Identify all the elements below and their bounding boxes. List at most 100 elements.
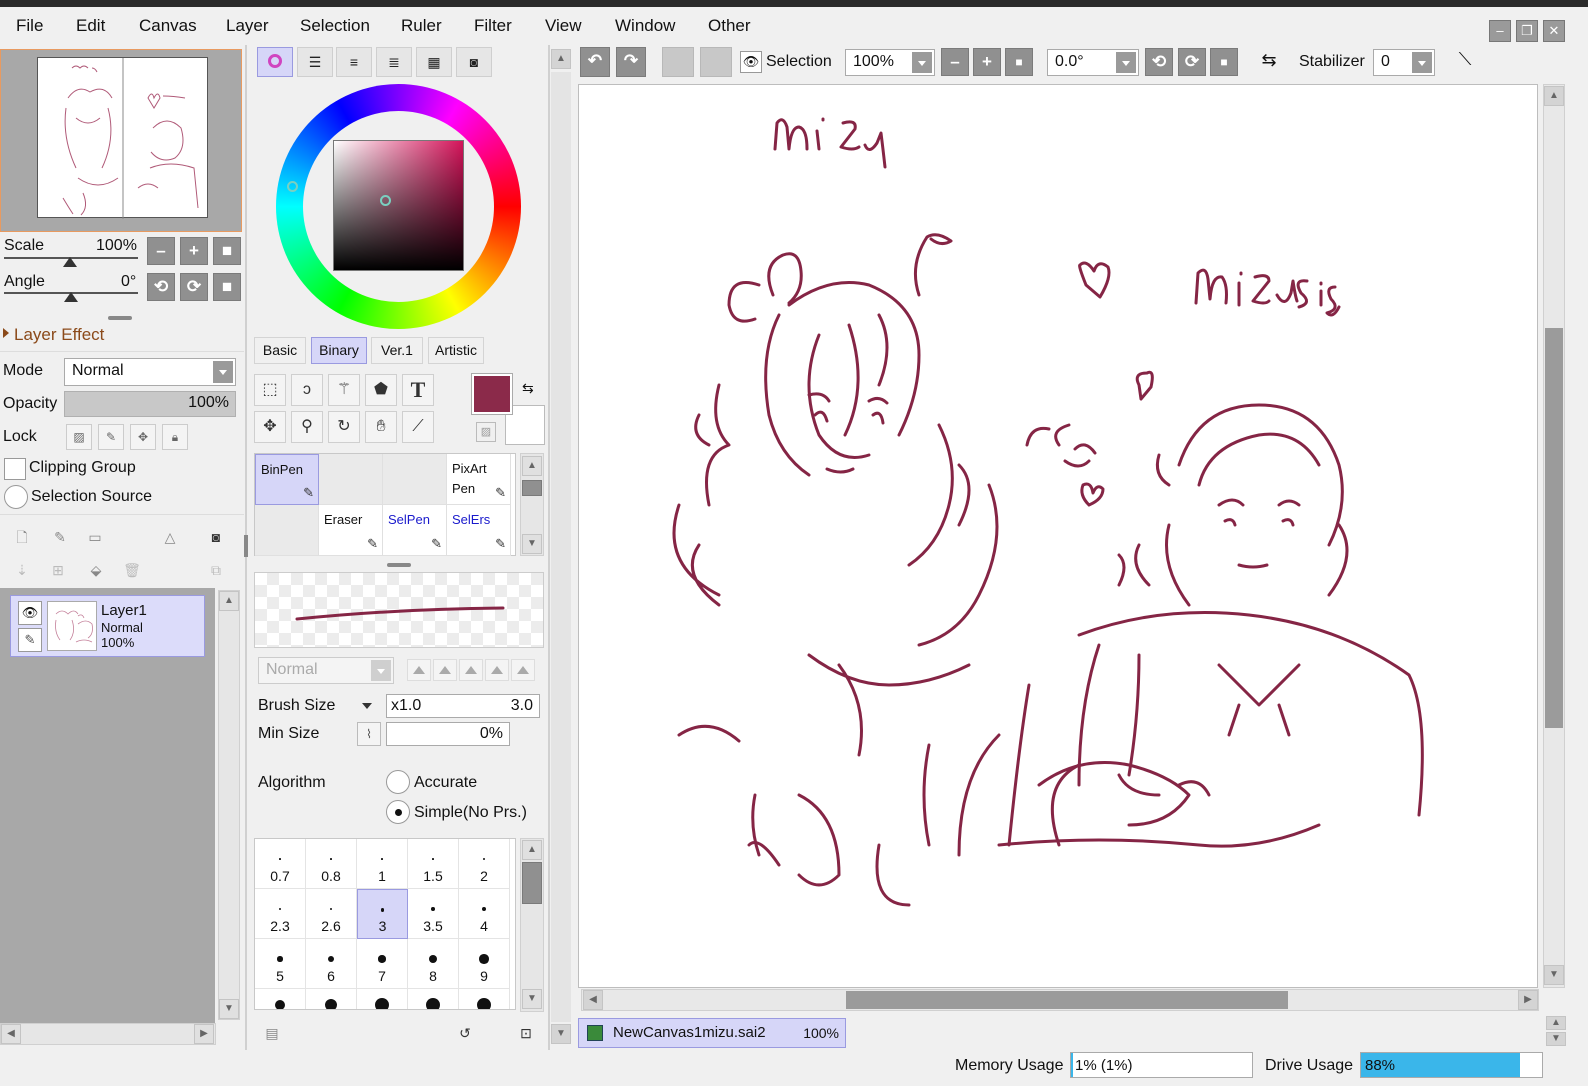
brush-size-cell[interactable]: 2 [459, 839, 510, 889]
color-square-cursor[interactable] [380, 195, 391, 206]
menu-ruler[interactable]: Ruler [401, 16, 442, 36]
brush-shape-3-button[interactable] [459, 659, 483, 681]
brush-cell[interactable]: Eraser ✎ [319, 505, 383, 556]
canvas-hscroll-thumb[interactable] [846, 991, 1288, 1009]
restore-button[interactable]: ❐ [1516, 20, 1538, 42]
brush-shape-4-button[interactable] [485, 659, 509, 681]
text-icon[interactable]: T [402, 374, 434, 406]
brush-cell[interactable]: PixArt Pen ✎ [447, 454, 511, 505]
merge-down-icon[interactable]: ⊞ [48, 560, 68, 580]
new-folder-icon[interactable]: ▭ [85, 527, 105, 547]
swatches-button[interactable]: ≣ [376, 47, 412, 77]
swap-colors-icon[interactable]: ⇆ [522, 380, 534, 397]
brush-size-cell[interactable] [255, 989, 306, 1009]
panel-resize-handle[interactable] [108, 316, 132, 320]
scroll-down-icon[interactable]: ▼ [1544, 965, 1564, 985]
rotate-icon[interactable]: ↻ [328, 411, 360, 443]
scroll-right-icon[interactable]: ▶ [194, 1024, 214, 1044]
tab-scroll-up-icon[interactable]: ▲ [1546, 1016, 1566, 1030]
invert-selection-button[interactable] [700, 47, 732, 77]
navigator-thumbnail[interactable] [37, 57, 208, 219]
undo-icon[interactable]: ↶ [580, 47, 610, 77]
menu-view[interactable]: View [545, 16, 582, 36]
reset-brush-icon[interactable]: ↺ [455, 1023, 475, 1043]
tab-artistic[interactable]: Artistic [428, 337, 484, 364]
color-picker-square[interactable] [333, 140, 464, 271]
scroll-down-icon[interactable]: ▼ [522, 534, 542, 554]
trash-icon[interactable]: 🗑︎ [122, 560, 142, 580]
brush-size-cell[interactable]: 1 [357, 839, 408, 889]
canvas-vscrollbar[interactable] [1543, 84, 1565, 988]
layer-effect-icon[interactable]: △ [160, 527, 180, 547]
fill-shape-icon[interactable]: ⬟ [365, 374, 397, 406]
tab-scroll-down-icon[interactable]: ▼ [1546, 1032, 1566, 1046]
tab-ver1[interactable]: Ver.1 [371, 337, 423, 364]
rotation-dropdown[interactable]: 0.0° [1047, 49, 1139, 76]
brush-cell[interactable] [255, 505, 319, 556]
zoom-out-button[interactable]: – [147, 237, 175, 265]
scroll-left-icon[interactable]: ◀ [583, 990, 603, 1010]
algorithm-simple-radio[interactable] [386, 800, 410, 824]
panel-divider[interactable] [548, 45, 550, 1050]
scratchpad-button[interactable]: ◙ [456, 47, 492, 77]
hsv-slider-button[interactable]: ≡ [336, 47, 372, 77]
merge-visible-icon[interactable]: ⧉ [206, 560, 226, 580]
hue-ring-cursor[interactable] [287, 181, 298, 192]
deselect-button[interactable] [662, 47, 694, 77]
brush-size-field[interactable]: x1.0 3.0 [386, 694, 540, 718]
brush-size-cell[interactable]: 2.3 [255, 889, 306, 939]
menu-selection[interactable]: Selection [300, 16, 370, 36]
canvas-hscrollbar[interactable] [581, 989, 1539, 1011]
brush-cell[interactable]: SelPen ✎ [383, 505, 447, 556]
menu-file[interactable]: File [16, 16, 43, 36]
scroll-up-icon[interactable]: ▲ [551, 49, 571, 69]
color-wheel-button[interactable] [257, 47, 293, 77]
rotation-reset-icon[interactable]: ■ [1210, 48, 1238, 76]
menu-window[interactable]: Window [615, 16, 675, 36]
lasso-icon[interactable]: ↄ [291, 374, 323, 406]
menu-other[interactable]: Other [708, 16, 751, 36]
eyedropper-icon[interactable]: ⟋ [402, 411, 434, 443]
clipping-group-checkbox[interactable] [4, 458, 26, 480]
apply-mask-icon[interactable]: ◙ [206, 527, 226, 547]
brush-size-cell[interactable]: 5 [255, 939, 306, 989]
flip-icon[interactable]: ⇆ [1255, 50, 1283, 76]
menu-filter[interactable]: Filter [474, 16, 512, 36]
new-layer-icon[interactable]: 🗋︎ [12, 527, 32, 547]
opacity-slider[interactable]: 100% [64, 391, 236, 417]
brush-size-cell[interactable]: 7 [357, 939, 408, 989]
rotate-left-icon[interactable]: ⟲ [1145, 48, 1173, 76]
lock-move-icon[interactable]: ✥ [130, 424, 156, 450]
redo-icon[interactable]: ↷ [616, 47, 646, 77]
brush-size-cell[interactable]: 2.6 [306, 889, 357, 939]
eye-icon[interactable]: 👁︎ [740, 51, 762, 73]
menu-edit[interactable]: Edit [76, 16, 105, 36]
scroll-up-icon[interactable]: ▲ [522, 840, 542, 860]
brush-size-cell[interactable] [306, 989, 357, 1009]
middle-panel-scrollbar[interactable] [551, 72, 571, 1022]
brush-size-cell[interactable]: 8 [408, 939, 459, 989]
brush-cell[interactable] [319, 454, 383, 505]
eye-icon[interactable]: 👁︎ [18, 601, 42, 625]
brush-size-cell[interactable]: 9 [459, 939, 510, 989]
brush-cell[interactable]: BinPen ✎ [255, 454, 319, 505]
rotate-reset-button[interactable]: ■ [213, 273, 241, 301]
scroll-up-icon[interactable]: ▲ [219, 591, 239, 611]
close-button[interactable]: ✕ [1543, 20, 1565, 42]
divider-handle[interactable] [244, 535, 248, 557]
palette-button[interactable]: ▦ [416, 47, 452, 77]
plus-icon[interactable]: + [973, 48, 1001, 76]
layer-list-hscrollbar[interactable] [0, 1023, 216, 1045]
brush-shape-2-button[interactable] [433, 659, 457, 681]
menu-canvas[interactable]: Canvas [139, 16, 197, 36]
min-size-field[interactable]: 0% [386, 722, 510, 746]
brush-cell[interactable] [383, 454, 447, 505]
lock-all-icon[interactable]: 🔒︎ [162, 424, 188, 450]
brush-size-cell[interactable]: 0.7 [255, 839, 306, 889]
minus-icon[interactable]: – [941, 48, 969, 76]
lock-paint-icon[interactable]: ✎ [98, 424, 124, 450]
scroll-right-icon[interactable]: ▶ [1518, 990, 1538, 1010]
brush-blend-dropdown[interactable]: Normal [258, 657, 394, 684]
new-linework-layer-icon[interactable]: ✎ [50, 527, 70, 547]
menu-layer[interactable]: Layer [226, 16, 269, 36]
